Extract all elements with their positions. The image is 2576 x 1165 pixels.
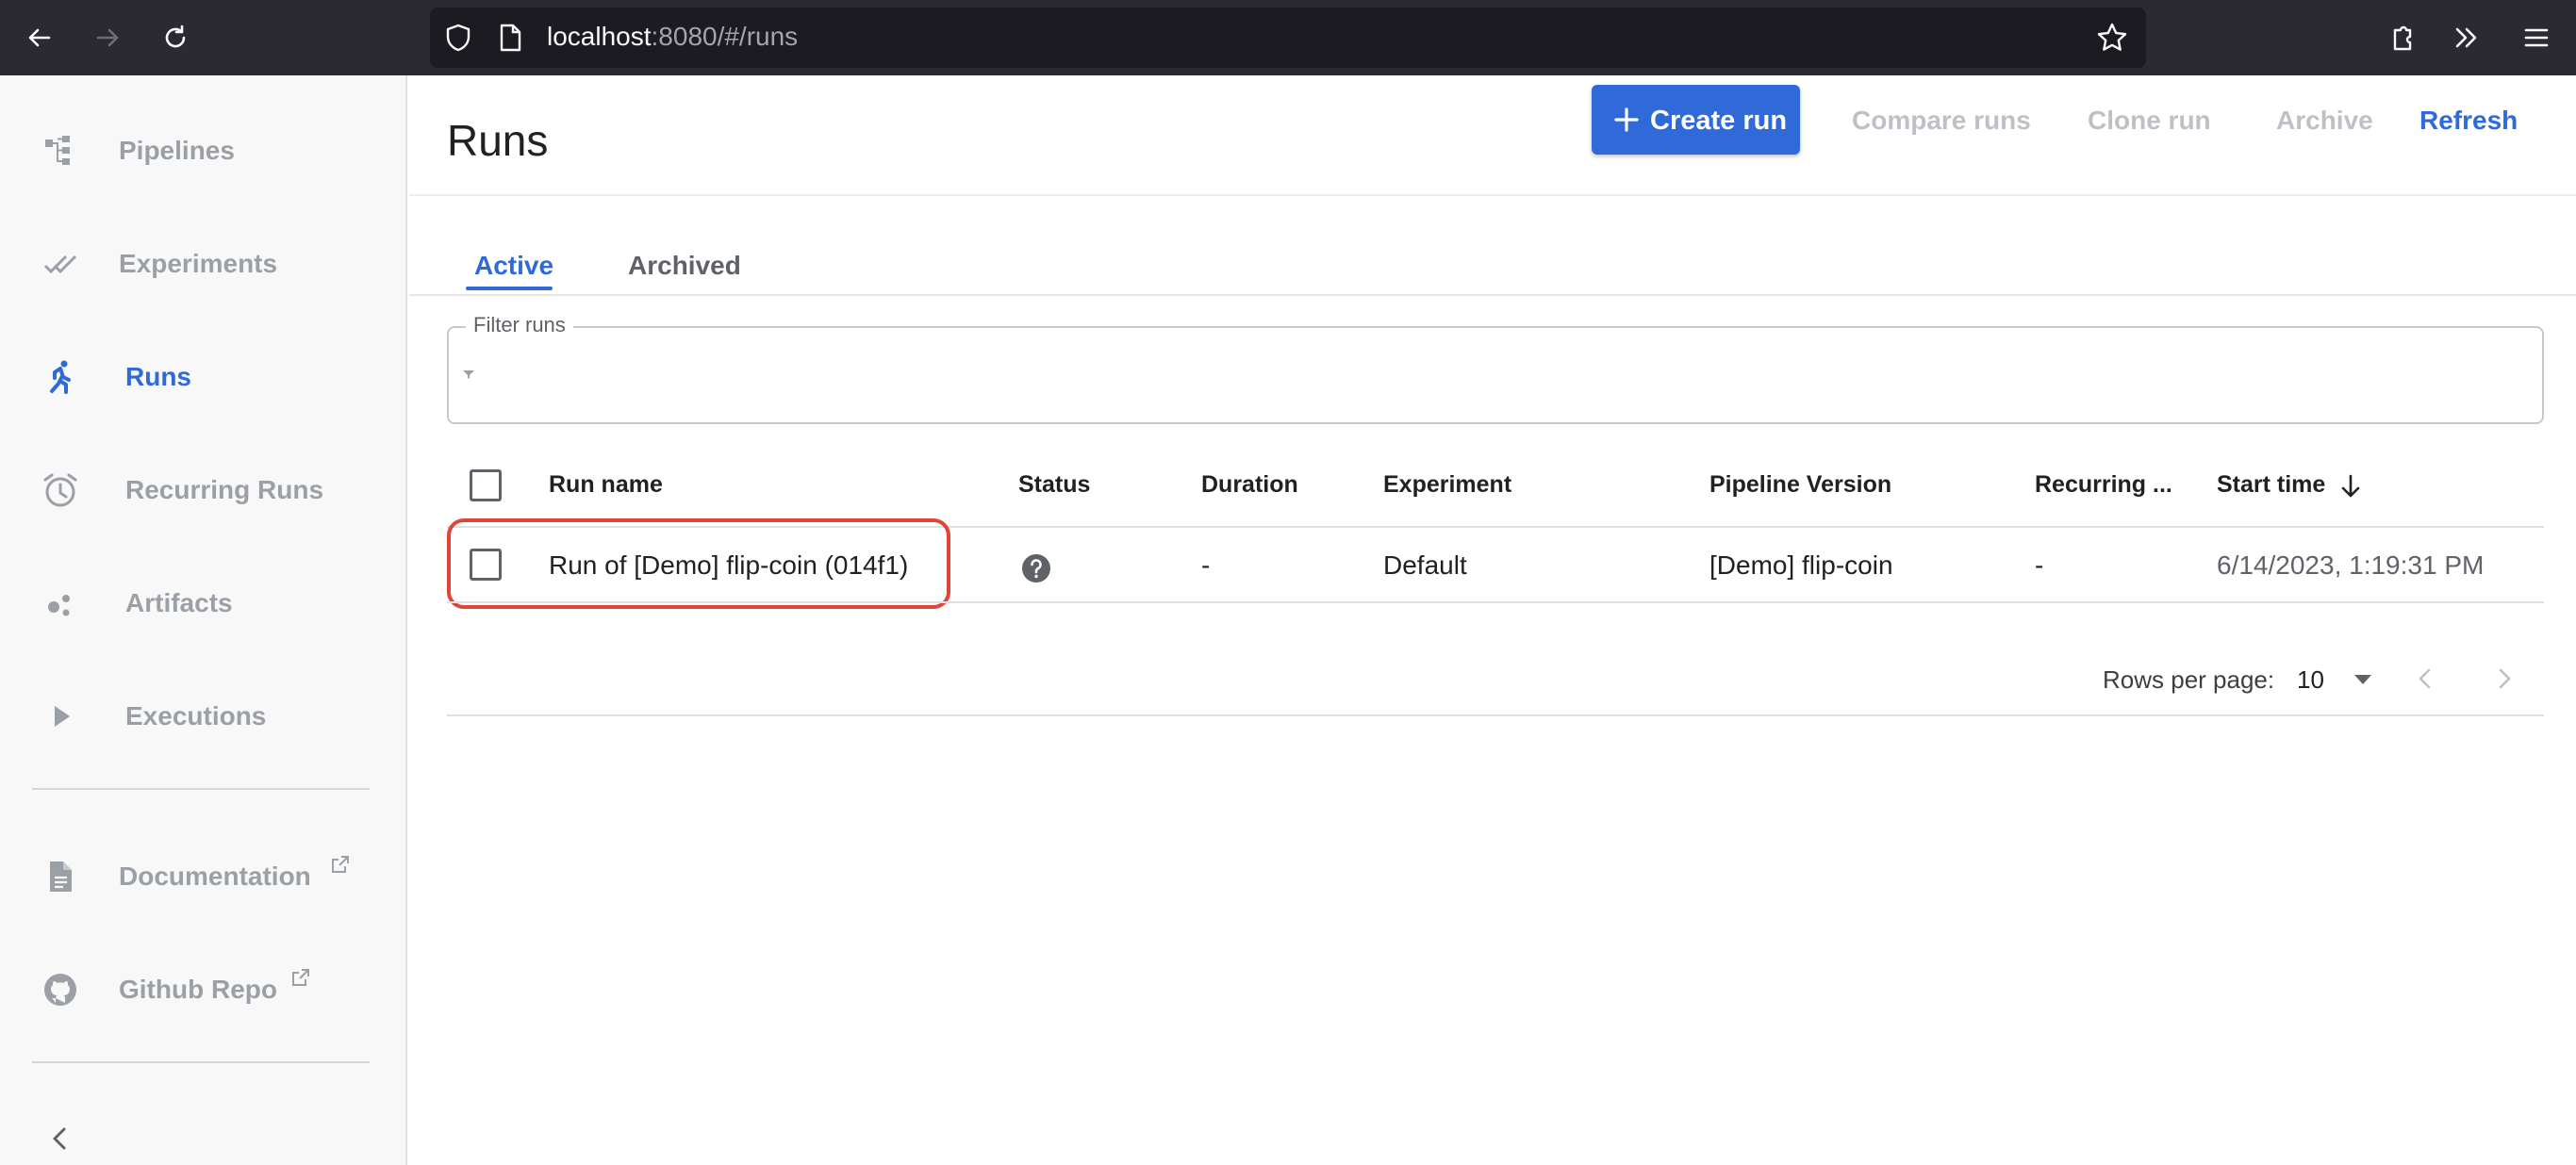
github-icon [40,969,81,1010]
filter-runs-label: Filter runs [466,313,573,337]
row-divider [447,601,2544,603]
clone-run-button[interactable]: Clone run [2088,106,2211,136]
filter-runs-input[interactable] [447,326,2544,424]
alarm-clock-icon [40,469,81,511]
sidebar-item-artifacts[interactable]: Artifacts [0,554,407,648]
row-checkbox[interactable] [470,549,502,581]
collapse-sidebar-chevron-icon[interactable] [41,1120,79,1157]
sidebar-item-label: Documentation [119,861,311,891]
artifacts-icon [40,582,81,624]
sidebar-item-recurring-runs[interactable]: Recurring Runs [0,441,407,535]
compare-runs-button[interactable]: Compare runs [1852,106,2031,136]
extensions-icon[interactable] [2382,17,2423,58]
run-name-link[interactable]: Run of [Demo] flip-coin (014f1) [549,550,908,581]
start-time-cell: 6/14/2023, 1:19:31 PM [2217,550,2485,580]
external-link-icon [332,856,349,873]
sidebar-divider [32,788,370,790]
sidebar-item-documentation[interactable]: Documentation [0,828,407,922]
sidebar-item-label: Executions [125,701,267,730]
sidebar-item-label: Recurring Runs [125,475,324,504]
sidebar-item-label: Runs [125,362,191,391]
page-title: Runs [447,116,549,165]
overflow-chevrons-icon[interactable] [2446,17,2487,58]
runs-icon [40,356,81,398]
create-run-label: Create run [1650,106,1788,136]
toolbar-divider [409,194,2576,196]
forward-arrow-icon[interactable] [87,17,128,58]
duration-cell: - [1201,550,1211,580]
pipeline-version-link[interactable]: [Demo] flip-coin [1709,550,1893,581]
refresh-button[interactable]: Refresh [2419,106,2518,136]
filter-icon [463,370,474,379]
dropdown-caret-icon[interactable] [2352,671,2374,688]
pagination-divider [447,714,2544,716]
column-header-recurring[interactable]: Recurring ... [2035,471,2172,499]
sidebar-item-executions[interactable]: Executions [0,667,407,762]
sidebar-item-label: Artifacts [125,588,233,617]
reload-icon[interactable] [155,17,196,58]
rows-per-page-label: Rows per page: [2103,665,2275,694]
play-icon [40,696,81,737]
sidebar-item-github-repo[interactable]: Github Repo [0,941,407,1035]
browser-toolbar: localhost:8080/#/runs [0,0,2576,75]
pipelines-icon [40,130,81,172]
star-icon[interactable] [2095,21,2129,55]
sidebar: Pipelines Experiments Runs Recurring Run… [0,75,407,1165]
next-page-chevron-icon[interactable] [2489,664,2519,694]
hamburger-menu-icon[interactable] [2516,17,2557,58]
column-header-duration[interactable]: Duration [1201,471,1298,499]
sort-descending-arrow-icon[interactable] [2337,471,2365,501]
column-header-pipeline-version[interactable]: Pipeline Version [1709,471,1891,499]
create-run-button[interactable]: Create run [1592,85,1800,155]
page-icon [500,24,521,52]
status-unknown-icon [1022,554,1050,582]
archive-button[interactable]: Archive [2276,106,2373,136]
external-link-icon [292,969,309,986]
sidebar-divider [32,1061,370,1063]
column-header-status[interactable]: Status [1018,471,1090,499]
plus-icon [1614,107,1639,132]
rows-per-page-select[interactable]: 10 [2297,665,2324,695]
column-header-start-time[interactable]: Start time [2217,471,2325,499]
select-all-checkbox[interactable] [470,469,502,501]
sidebar-item-pipelines[interactable]: Pipelines [0,102,407,196]
sidebar-item-label: Experiments [119,249,278,278]
column-header-run-name[interactable]: Run name [549,471,663,499]
previous-page-chevron-icon[interactable] [2410,664,2440,694]
experiments-icon [40,243,81,285]
sidebar-item-label: Pipelines [119,136,235,165]
tab-active[interactable]: Active [474,251,553,281]
back-arrow-icon[interactable] [19,17,60,58]
column-header-experiment[interactable]: Experiment [1383,471,1511,499]
document-icon [40,856,81,897]
sidebar-item-experiments[interactable]: Experiments [0,215,407,309]
recurring-cell: - [2035,550,2044,580]
experiment-link[interactable]: Default [1383,550,1467,581]
tabs-divider [409,294,2576,296]
sidebar-item-label: Github Repo [119,975,277,1004]
address-bar[interactable]: localhost:8080/#/runs [430,8,2146,68]
sidebar-item-runs[interactable]: Runs [0,328,407,422]
shield-icon[interactable] [443,23,473,53]
tab-archived[interactable]: Archived [628,251,741,281]
url-text[interactable]: localhost:8080/#/runs [547,22,798,52]
active-tab-indicator [466,287,553,290]
